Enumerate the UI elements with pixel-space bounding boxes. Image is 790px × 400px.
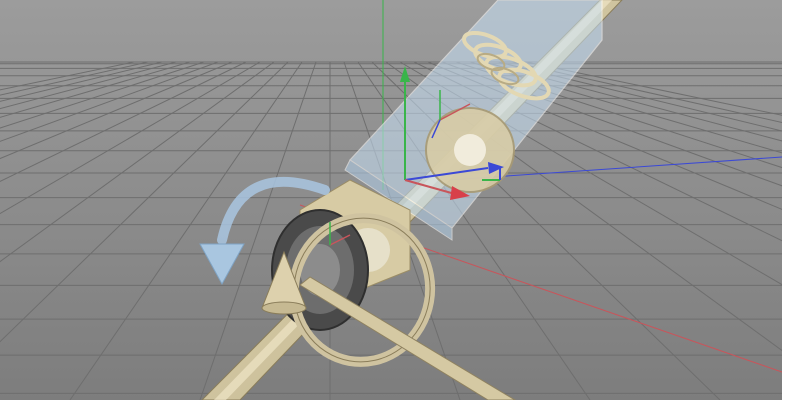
3d-viewport[interactable] — [0, 0, 782, 400]
viewport-canvas[interactable] — [0, 0, 782, 400]
viewport-right-edge — [782, 0, 790, 400]
